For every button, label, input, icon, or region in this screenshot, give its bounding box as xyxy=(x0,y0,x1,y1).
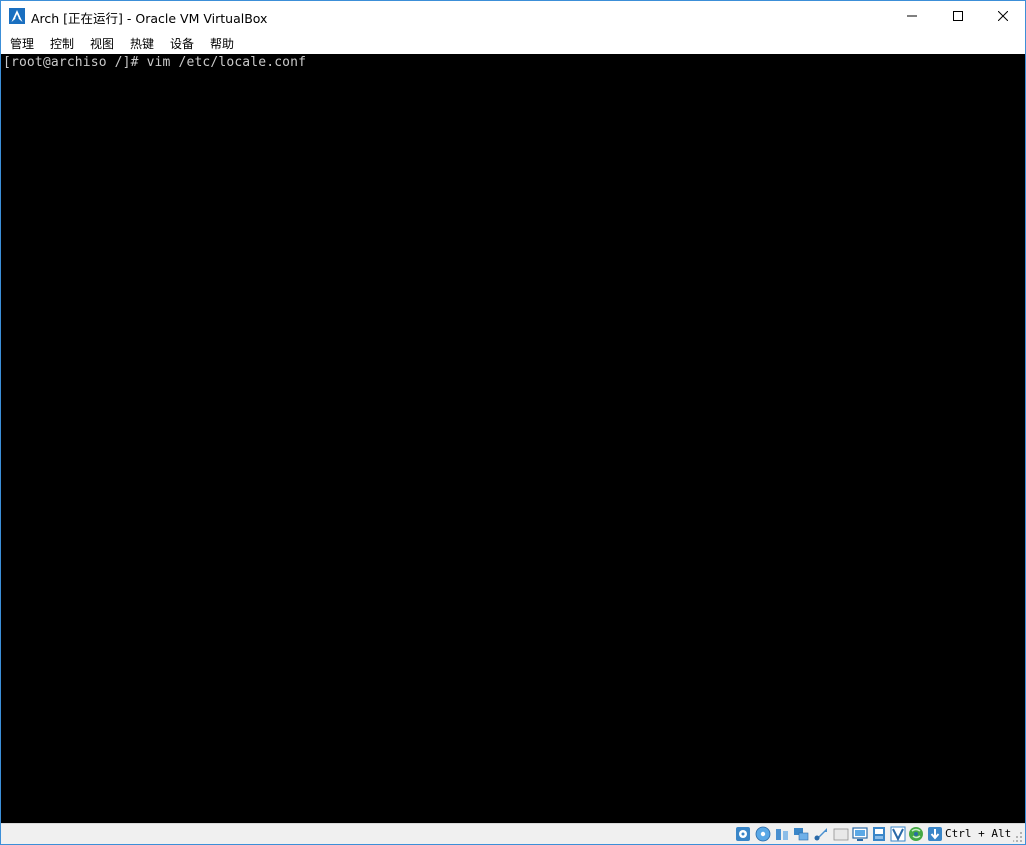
recording-icon[interactable] xyxy=(871,826,887,842)
title-bar[interactable]: Arch [正在运行] - Oracle VM VirtualBox xyxy=(1,1,1025,31)
minimize-button[interactable] xyxy=(889,1,935,31)
display-icon[interactable] xyxy=(852,826,868,842)
arch-linux-icon xyxy=(9,8,25,24)
console-line: [root@archiso /]# vim /etc/locale.conf xyxy=(3,55,307,70)
window-title: Arch [正在运行] - Oracle VM VirtualBox xyxy=(31,11,268,26)
maximize-button[interactable] xyxy=(935,1,981,31)
keyboard-capture-icon[interactable] xyxy=(927,826,943,842)
resize-grip-icon[interactable] xyxy=(1013,831,1023,843)
host-key-label[interactable]: Ctrl + Alt xyxy=(945,827,1011,840)
network-icon[interactable] xyxy=(793,826,809,842)
virtualbox-window: Arch [正在运行] - Oracle VM VirtualBox 管理 控制… xyxy=(0,0,1026,845)
menu-control[interactable]: 控制 xyxy=(50,35,74,52)
vm-console[interactable]: [root@archiso /]# vim /etc/locale.conf xyxy=(1,54,1025,823)
close-icon xyxy=(998,11,1008,21)
minimize-icon xyxy=(907,15,917,17)
menu-view[interactable]: 视图 xyxy=(90,35,114,52)
shared-folders-icon[interactable] xyxy=(833,826,849,842)
maximize-icon xyxy=(953,11,963,21)
virtualization-engine-icon[interactable] xyxy=(890,826,906,842)
optical-drive-icon[interactable] xyxy=(755,826,771,842)
usb-icon[interactable] xyxy=(813,826,829,842)
mouse-integration-icon[interactable] xyxy=(908,826,924,842)
menu-hotkeys[interactable]: 热键 xyxy=(130,35,154,52)
menu-bar: 管理 控制 视图 热键 设备 帮助 xyxy=(1,31,1025,54)
audio-icon[interactable] xyxy=(774,826,790,842)
status-bar: Ctrl + Alt xyxy=(1,823,1025,844)
close-button[interactable] xyxy=(980,1,1026,31)
menu-help[interactable]: 帮助 xyxy=(210,35,234,52)
hard-disk-icon[interactable] xyxy=(735,826,751,842)
menu-manage[interactable]: 管理 xyxy=(10,35,34,52)
menu-devices[interactable]: 设备 xyxy=(170,35,194,52)
